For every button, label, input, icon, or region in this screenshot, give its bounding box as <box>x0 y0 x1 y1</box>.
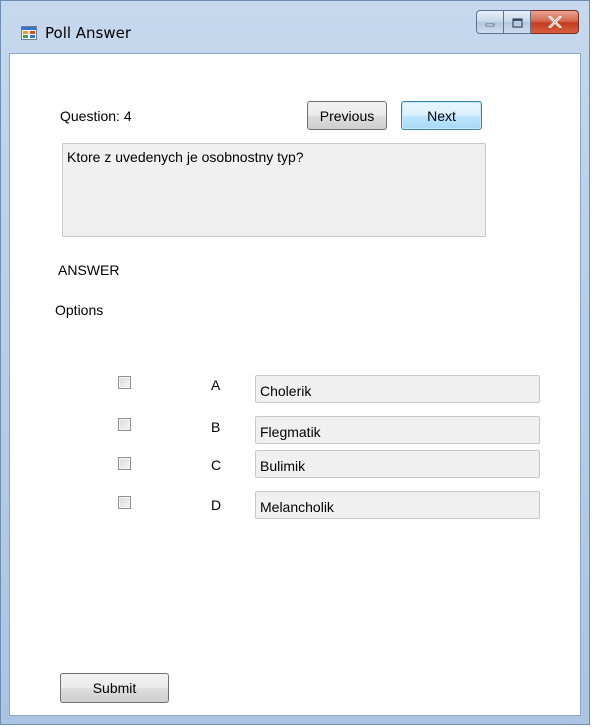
question-number-label: Question: 4 <box>60 108 132 124</box>
option-d-field[interactable] <box>255 491 540 519</box>
option-c-letter: C <box>211 457 222 473</box>
option-b-field[interactable] <box>255 416 540 444</box>
window-title: Poll Answer <box>45 24 132 42</box>
previous-button[interactable]: Previous <box>307 101 387 130</box>
option-a-checkbox[interactable] <box>118 376 131 389</box>
maximize-icon <box>511 13 523 32</box>
close-button[interactable] <box>531 10 579 34</box>
close-icon <box>547 13 562 32</box>
option-a-letter: A <box>211 377 221 393</box>
next-button[interactable]: Next <box>401 101 482 130</box>
poll-answer-window: Poll Answer Question: 4 Previous Next Kt… <box>0 0 590 725</box>
option-b-checkbox[interactable] <box>118 418 131 431</box>
option-c-field[interactable] <box>255 450 540 478</box>
option-d-checkbox[interactable] <box>118 496 131 509</box>
answer-heading: ANSWER <box>58 262 120 278</box>
options-heading: Options <box>55 302 104 318</box>
option-d-letter: D <box>211 497 222 513</box>
question-text-field[interactable] <box>62 143 486 237</box>
option-a-field[interactable] <box>255 375 540 403</box>
maximize-button[interactable] <box>504 10 531 34</box>
minimize-icon <box>485 13 495 32</box>
form-app-icon <box>21 25 37 41</box>
option-b-letter: B <box>211 419 221 435</box>
submit-button[interactable]: Submit <box>60 673 169 703</box>
minimize-button[interactable] <box>476 10 504 34</box>
form-client-area: Question: 4 Previous Next ANSWER Options… <box>9 53 581 716</box>
option-c-checkbox[interactable] <box>118 457 131 470</box>
caption-buttons <box>476 10 579 34</box>
title-bar[interactable]: Poll Answer <box>1 1 589 53</box>
